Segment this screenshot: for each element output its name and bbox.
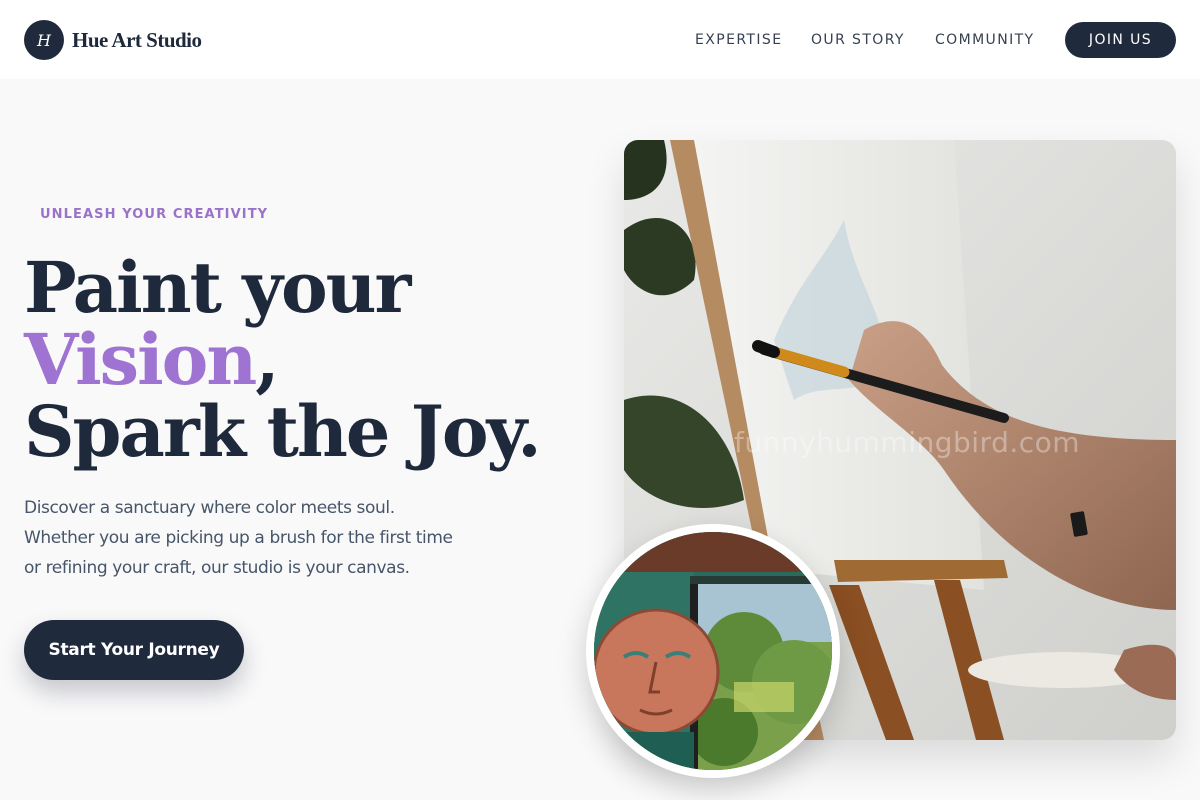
description-line-1: Discover a sanctuary where color meets s… bbox=[24, 498, 395, 518]
join-us-button[interactable]: JOIN US bbox=[1065, 22, 1176, 58]
nav-link-our-story[interactable]: OUR STORY bbox=[811, 32, 905, 48]
hero-inset-image bbox=[586, 524, 840, 778]
brand-name[interactable]: Hue Art Studio bbox=[72, 28, 202, 53]
artwork-window-illustration bbox=[594, 532, 832, 770]
hero-eyebrow: UNLEASH YOUR CREATIVITY bbox=[40, 207, 269, 222]
headline-accent: Vision bbox=[24, 318, 257, 401]
logo-icon[interactable]: H bbox=[24, 20, 64, 60]
nav-link-expertise[interactable]: EXPERTISE bbox=[695, 32, 782, 48]
site-header: H Hue Art Studio EXPERTISE OUR STORY COM… bbox=[0, 0, 1200, 79]
description-line-3: or refining your craft, our studio is yo… bbox=[24, 558, 410, 578]
nav-link-community[interactable]: COMMUNITY bbox=[935, 32, 1035, 48]
image-watermark: funnyhummingbird.com bbox=[734, 426, 1081, 459]
hero-description: Discover a sanctuary where color meets s… bbox=[24, 493, 494, 583]
start-journey-button[interactable]: Start Your Journey bbox=[24, 620, 244, 680]
headline-line-1: Paint your bbox=[24, 246, 411, 329]
hero-headline: Paint your Vision, Spark the Joy. bbox=[24, 252, 542, 468]
headline-line-3: Spark the Joy. bbox=[24, 390, 542, 473]
description-line-2: Whether you are picking up a brush for t… bbox=[24, 528, 453, 548]
headline-comma: , bbox=[255, 318, 279, 401]
